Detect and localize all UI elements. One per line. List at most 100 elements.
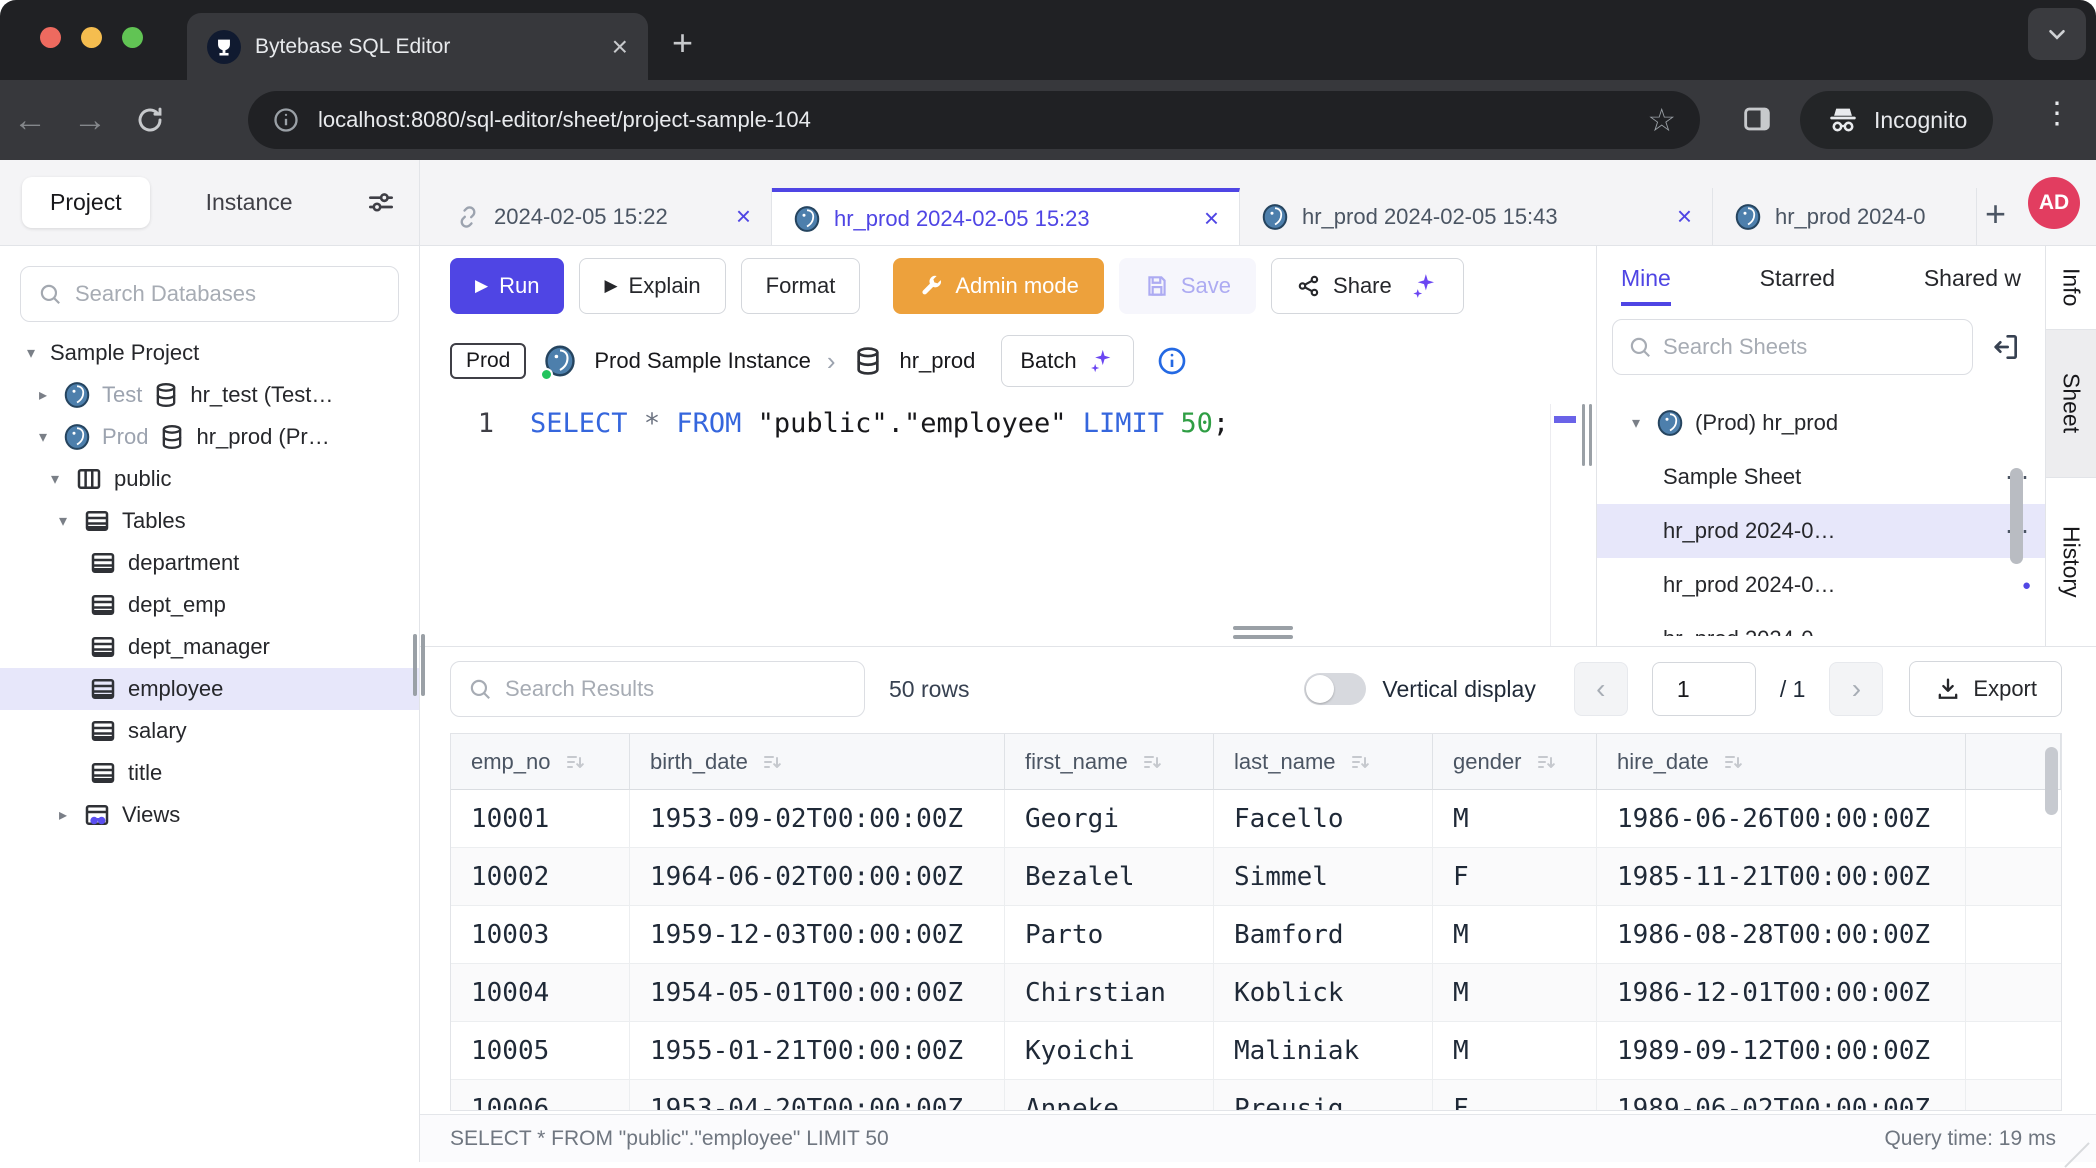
- browser-menu-icon[interactable]: ⋮: [2042, 96, 2072, 131]
- caret-down-icon[interactable]: ▾: [34, 427, 52, 447]
- search-results-input[interactable]: [505, 676, 848, 702]
- search-sheets-input[interactable]: [1663, 334, 1958, 360]
- sidebar-resize-handle[interactable]: [413, 634, 425, 696]
- search-databases-input[interactable]: [75, 281, 382, 307]
- instance-name[interactable]: Prod Sample Instance: [594, 348, 810, 374]
- tree-item-project[interactable]: ▾ Sample Project: [0, 332, 419, 374]
- resize-grip[interactable]: [2064, 1142, 2089, 1167]
- caret-right-icon[interactable]: ▸: [34, 385, 52, 405]
- table-row[interactable]: 100041954-05-01T00:00:00ZChirstianKoblic…: [451, 964, 2061, 1022]
- column-header[interactable]: birth_date: [630, 734, 1005, 790]
- tree-item-schema-public[interactable]: ▾ public: [0, 458, 419, 500]
- sql-code-line[interactable]: SELECT * FROM "public"."employee" LIMIT …: [508, 408, 1229, 439]
- sheet-group-prod-hr-prod[interactable]: ▾ (Prod) hr_prod: [1597, 396, 2045, 450]
- table-row[interactable]: 100051955-01-21T00:00:00ZKyoichiMaliniak…: [451, 1022, 2061, 1080]
- sort-icon[interactable]: [1721, 750, 1745, 774]
- tree-item-hr-test[interactable]: ▸ Test hr_test (Test…: [0, 374, 419, 416]
- tree-item-table-dept-emp[interactable]: dept_emp: [0, 584, 419, 626]
- column-header[interactable]: hire_date: [1597, 734, 1966, 790]
- caret-down-icon[interactable]: ▾: [22, 343, 40, 363]
- batch-button[interactable]: Batch: [1001, 335, 1133, 387]
- editor-tab-3[interactable]: hr_prod 2024-02-05 15:43 ×: [1240, 188, 1713, 245]
- next-page-button[interactable]: ›: [1829, 662, 1883, 716]
- filter-sliders-icon[interactable]: [365, 187, 397, 219]
- editor-tab-2-active[interactable]: hr_prod 2024-02-05 15:23 ×: [772, 188, 1240, 245]
- close-icon[interactable]: ×: [1677, 201, 1692, 232]
- import-sheet-icon[interactable]: [1989, 331, 2021, 363]
- tab-shared-with-me[interactable]: Shared w: [1924, 265, 2021, 292]
- tree-item-table-employee[interactable]: employee: [0, 668, 419, 710]
- vertical-display-toggle[interactable]: [1304, 673, 1366, 705]
- caret-down-icon[interactable]: ▾: [54, 511, 72, 531]
- results-resize-handle[interactable]: [1233, 626, 1293, 644]
- user-avatar[interactable]: AD: [2028, 177, 2080, 229]
- database-name[interactable]: hr_prod: [900, 348, 976, 374]
- column-header[interactable]: first_name: [1005, 734, 1214, 790]
- table-row-clipped[interactable]: 100061953-04-20T00:00:00ZAnnekePreusigF1…: [451, 1080, 2061, 1111]
- table-row[interactable]: 100021964-06-02T00:00:00ZBezalelSimmelF1…: [451, 848, 2061, 906]
- url-text[interactable]: localhost:8080/sql-editor/sheet/project-…: [318, 107, 1629, 133]
- sheet-item-unsaved[interactable]: hr_prod 2024-0… ●: [1597, 612, 2045, 636]
- info-circle-icon[interactable]: [1156, 345, 1188, 377]
- forward-icon[interactable]: →: [60, 101, 120, 140]
- sheet-item-selected[interactable]: hr_prod 2024-0… ⋯: [1597, 504, 2045, 558]
- sheet-search[interactable]: [1612, 319, 1973, 375]
- tree-item-hr-prod[interactable]: ▾ Prod hr_prod (Pr…: [0, 416, 419, 458]
- caret-down-icon[interactable]: ▾: [1627, 413, 1645, 433]
- sort-icon[interactable]: [1534, 750, 1558, 774]
- tree-item-table-salary[interactable]: salary: [0, 710, 419, 752]
- sort-icon[interactable]: [760, 750, 784, 774]
- column-header[interactable]: emp_no: [451, 734, 630, 790]
- prev-page-button[interactable]: ‹: [1574, 662, 1628, 716]
- tree-item-table-dept-manager[interactable]: dept_manager: [0, 626, 419, 668]
- new-tab-button[interactable]: +: [672, 22, 693, 64]
- share-button[interactable]: Share: [1271, 258, 1464, 314]
- sort-icon[interactable]: [1140, 750, 1164, 774]
- url-bar[interactable]: localhost:8080/sql-editor/sheet/project-…: [248, 91, 1700, 149]
- sheet-item-sample-sheet[interactable]: Sample Sheet ⋯: [1597, 450, 2045, 504]
- page-number-input[interactable]: [1652, 662, 1756, 716]
- editor-tab-1[interactable]: 2024-02-05 15:22 ×: [434, 188, 772, 245]
- caret-right-icon[interactable]: ▸: [54, 805, 72, 825]
- caret-down-icon[interactable]: ▾: [46, 469, 64, 489]
- close-icon[interactable]: ×: [1204, 203, 1219, 234]
- format-button[interactable]: Format: [741, 258, 861, 314]
- browser-tab[interactable]: Bytebase SQL Editor ×: [187, 13, 648, 80]
- admin-mode-button[interactable]: Admin mode: [893, 258, 1104, 314]
- sort-icon[interactable]: [563, 750, 587, 774]
- sort-icon[interactable]: [1348, 750, 1372, 774]
- export-button[interactable]: Export: [1909, 661, 2062, 717]
- sheet-list-scrollbar[interactable]: [2010, 468, 2023, 564]
- new-sheet-button[interactable]: +: [1985, 193, 2006, 235]
- sql-editor[interactable]: 1 SELECT * FROM "public"."employee" LIMI…: [420, 396, 1596, 439]
- explain-button[interactable]: ▶ Explain: [579, 258, 725, 314]
- tab-instance[interactable]: Instance: [178, 177, 321, 228]
- rail-tab-sheet[interactable]: Sheet: [2046, 330, 2096, 478]
- window-close-button[interactable]: [40, 27, 61, 48]
- browser-tab-close-icon[interactable]: ×: [612, 33, 628, 61]
- side-panel-icon[interactable]: [1740, 102, 1774, 136]
- reload-icon[interactable]: [120, 104, 180, 136]
- window-zoom-button[interactable]: [122, 27, 143, 48]
- run-button[interactable]: ▶ Run: [450, 258, 564, 314]
- database-search[interactable]: [20, 266, 399, 322]
- sheet-item-unsaved[interactable]: hr_prod 2024-0… ●: [1597, 558, 2045, 612]
- tree-group-tables[interactable]: ▾ Tables: [0, 500, 419, 542]
- window-minimize-button[interactable]: [81, 27, 102, 48]
- rail-tab-history[interactable]: History: [2046, 478, 2096, 646]
- table-row[interactable]: 100011953-09-02T00:00:00ZGeorgiFacelloM1…: [451, 790, 2061, 848]
- tab-project[interactable]: Project: [22, 177, 150, 228]
- save-button[interactable]: Save: [1119, 258, 1256, 314]
- back-icon[interactable]: ←: [0, 101, 60, 140]
- tree-item-table-department[interactable]: department: [0, 542, 419, 584]
- editor-resize-handle[interactable]: [1582, 404, 1592, 466]
- site-info-icon[interactable]: [272, 106, 300, 134]
- tab-search-button[interactable]: [2028, 8, 2086, 60]
- column-header[interactable]: last_name: [1214, 734, 1433, 790]
- tab-mine[interactable]: Mine: [1621, 265, 1671, 292]
- results-scrollbar[interactable]: [2045, 747, 2058, 815]
- editor-tab-4[interactable]: hr_prod 2024-0: [1713, 188, 1977, 245]
- bookmark-star-icon[interactable]: ☆: [1647, 101, 1676, 139]
- close-icon[interactable]: ×: [736, 201, 751, 232]
- rail-tab-info[interactable]: Info: [2046, 246, 2096, 330]
